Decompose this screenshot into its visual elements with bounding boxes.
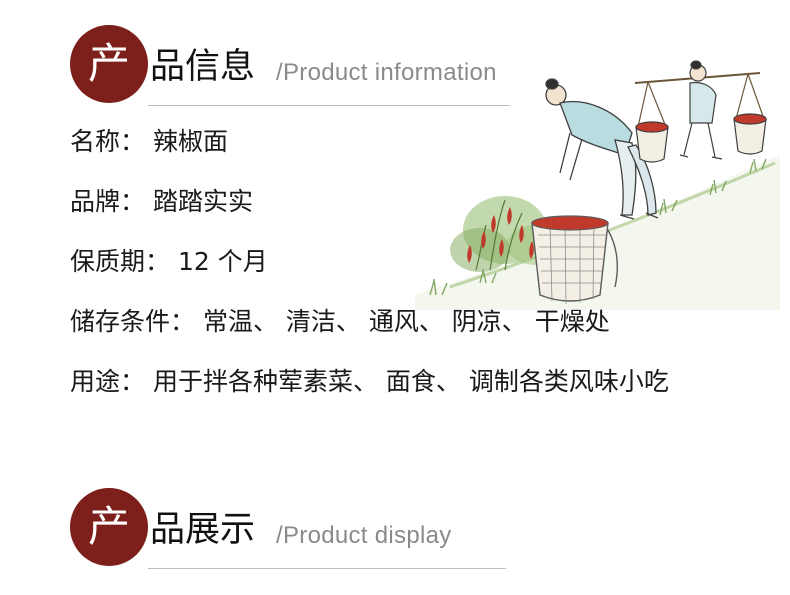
section-badge: 产 — [70, 488, 148, 566]
info-value: 踏踏实实 — [152, 187, 253, 216]
info-label: 储存条件： — [70, 307, 196, 336]
section-divider — [148, 568, 506, 569]
info-label: 保质期： — [70, 247, 171, 276]
info-label: 用途： — [70, 367, 146, 396]
section-badge: 产 — [70, 25, 148, 103]
info-label: 名称： — [70, 127, 146, 156]
info-value: 用于拌各种荤素菜、 面食、 调制各类风味小吃 — [152, 367, 669, 396]
section-header-product-display: 产 品展示 /Product display — [70, 488, 510, 574]
info-value: 12 个月 — [177, 247, 268, 276]
section-title-english: /Product display — [276, 522, 452, 549]
section-title: 品展示 — [150, 510, 256, 550]
chili-harvest-illustration — [415, 60, 780, 310]
section-title: 品信息 — [150, 47, 256, 87]
info-label: 品牌： — [70, 187, 146, 216]
info-value: 辣椒面 — [152, 127, 228, 156]
info-value: 常温、 清洁、 通风、 阴凉、 干燥处 — [202, 307, 610, 336]
info-row-usage: 用途： 用于拌各种荤素菜、 面食、 调制各类风味小吃 — [70, 360, 730, 403]
